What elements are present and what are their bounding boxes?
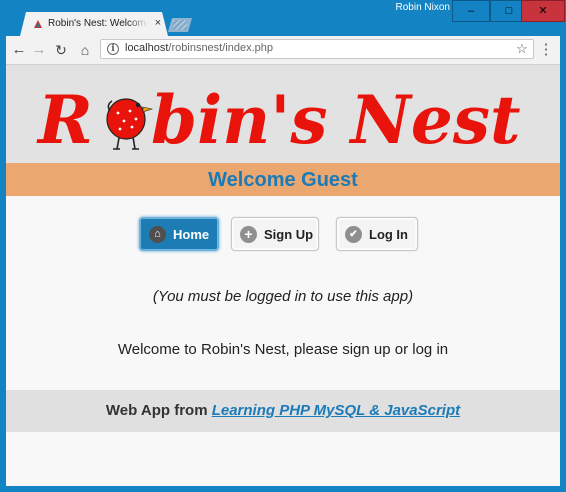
home-button-label: Home [173, 226, 210, 242]
sign-up-button-label: Sign Up [264, 226, 314, 242]
home-button[interactable]: ⌂ Home [139, 217, 219, 251]
plus-circle-icon: + [240, 225, 257, 243]
reload-icon[interactable]: ↻ [52, 40, 70, 60]
minimize-button[interactable]: – [452, 0, 490, 22]
tab-title: Robin's Nest: Welcome Guest [48, 18, 148, 29]
info-icon[interactable]: i [107, 43, 119, 55]
logo-text-rest: bin's Nest [151, 81, 521, 159]
browser-toolbar: ← → ↻ ⌂ i localhost/robinsnest/index.php… [6, 36, 560, 65]
footer-text: Web App from Learning PHP MySQL & JavaSc… [106, 402, 460, 419]
url-path: /robinsnest/index.php [168, 42, 273, 54]
logo-text-r: R [36, 81, 93, 159]
new-tab-button[interactable] [168, 18, 192, 32]
browser-window: Robin's Nest: Welcome Guest × Robin Nixo… [0, 0, 566, 492]
home-icon[interactable]: ⌂ [76, 40, 94, 60]
page-favicon-icon [34, 20, 42, 28]
log-in-button[interactable]: ✔ Log In [336, 217, 418, 251]
maximize-icon: □ [505, 5, 513, 17]
welcome-message: Welcome to Robin's Nest, please sign up … [117, 341, 449, 358]
sign-up-button[interactable]: + Sign Up [231, 217, 319, 251]
browser-menu-icon[interactable]: ⋮ [538, 40, 554, 60]
check-circle-icon: ✔ [345, 225, 362, 243]
footer: Web App from Learning PHP MySQL & JavaSc… [6, 390, 560, 432]
site-logo: R bin's Nest [36, 81, 521, 159]
forward-arrow-icon[interactable]: → [30, 40, 48, 60]
tab-close-icon[interactable]: × [152, 17, 164, 29]
url-host: localhost [125, 42, 169, 54]
logo-banner: R bin's Nest [6, 65, 560, 163]
login-notice: (You must be logged in to use this app) [152, 288, 414, 305]
back-arrow-icon[interactable]: ← [10, 40, 28, 60]
close-window-button[interactable]: ✕ [521, 0, 565, 22]
browser-tab[interactable]: Robin's Nest: Welcome Guest × [20, 12, 168, 36]
log-in-button-label: Log In [369, 226, 408, 242]
address-bar[interactable]: i localhost/robinsnest/index.php ☆ [100, 39, 534, 59]
bookmark-star-icon[interactable]: ☆ [515, 40, 529, 58]
url-text[interactable]: localhost/robinsnest/index.php [125, 42, 273, 56]
welcome-bar: Welcome Guest [6, 163, 560, 196]
robin-bird-icon [106, 98, 154, 150]
profile-name[interactable]: Robin Nixon [380, 2, 450, 18]
book-link[interactable]: Learning PHP MySQL & JavaScript [212, 402, 460, 419]
welcome-heading: Welcome Guest [208, 169, 358, 191]
title-bar: Robin's Nest: Welcome Guest × Robin Nixo… [0, 0, 566, 36]
close-icon: ✕ [538, 5, 548, 17]
minimize-icon: – [467, 5, 475, 17]
footer-prefix: Web App from [105, 402, 212, 419]
page-content: R bin's Nest Welcome Guest ⌂ Home + Sign… [6, 65, 560, 486]
house-icon: ⌂ [149, 225, 166, 243]
